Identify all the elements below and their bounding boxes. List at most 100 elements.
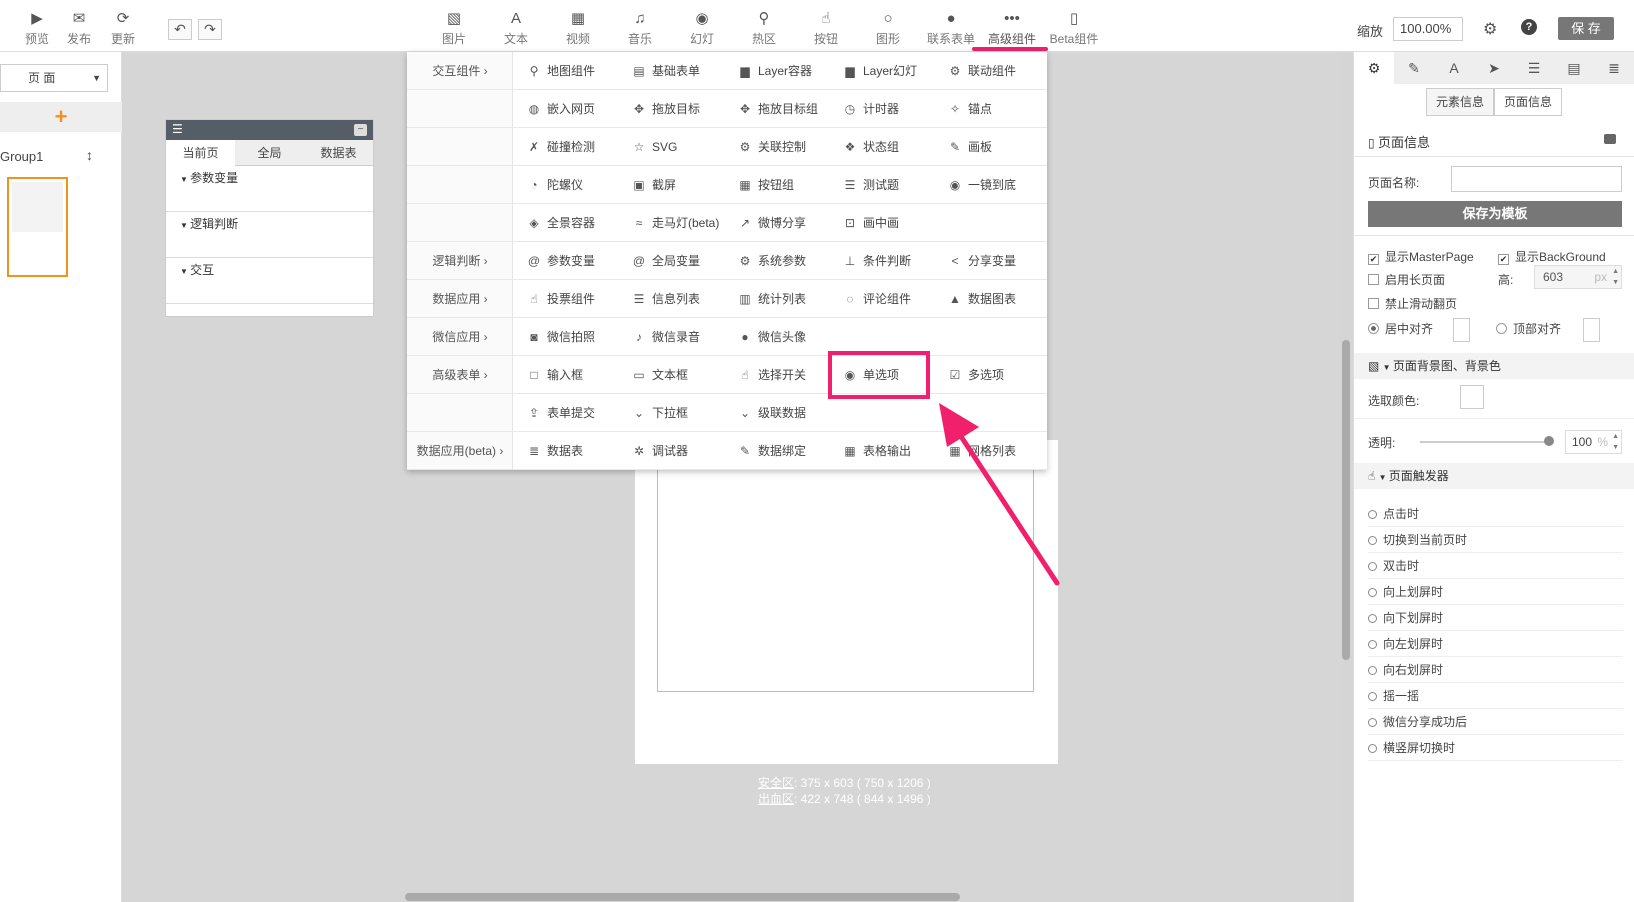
tab-settings-icon[interactable]: ⚙	[1354, 52, 1394, 84]
publish-button[interactable]: ✉ 发布	[64, 10, 94, 47]
trigger-item[interactable]: 向左划屏时	[1368, 631, 1623, 657]
canvas-vertical-scrollbar[interactable]	[1342, 340, 1350, 660]
long-page-checkbox[interactable]: 启用长页面	[1368, 271, 1445, 288]
toolbar-hotspot[interactable]: ⚲ 热区	[749, 10, 779, 47]
tab-font-icon[interactable]: A	[1434, 52, 1474, 84]
menu-item[interactable]: ◈ 全景容器	[527, 204, 595, 242]
add-page-button[interactable]: +	[0, 102, 122, 132]
menu-item[interactable]: ✧ 锚点	[948, 90, 992, 128]
menu-item[interactable]: ⚙ 关联控制	[738, 128, 806, 166]
menu-item[interactable]: ⌄ 级联数据	[738, 394, 806, 432]
disable-swipe-checkbox[interactable]: 禁止滑动翻页	[1368, 295, 1457, 312]
toolbar-slideshow[interactable]: ◉ 幻灯	[687, 10, 717, 47]
tab-datatable[interactable]: 数据表	[304, 140, 373, 166]
color-picker[interactable]	[1460, 385, 1484, 409]
menu-category[interactable]: 逻辑判断 ›	[407, 242, 513, 280]
menu-item[interactable]: ↗ 微博分享	[738, 204, 806, 242]
menu-item[interactable]: @ 全局变量	[632, 242, 700, 280]
top-align-radio[interactable]: 顶部对齐	[1496, 320, 1561, 337]
minimize-icon[interactable]: −	[354, 124, 367, 136]
bg-section-header[interactable]: ▧ ▼ 页面背景图、背景色	[1354, 353, 1634, 379]
menu-item[interactable]: ⇪ 表单提交	[527, 394, 595, 432]
collapse-icon[interactable]	[1604, 134, 1616, 144]
menu-item[interactable]: ☑ 多选项	[948, 356, 1004, 394]
toolbar-video[interactable]: ▦ 视频	[563, 10, 593, 47]
menu-category[interactable]: 微信应用 ›	[407, 318, 513, 356]
undo-button[interactable]: ↶	[168, 19, 192, 40]
menu-item[interactable]: ✎ 数据绑定	[738, 432, 806, 470]
tab-file-icon[interactable]: ▤	[1554, 52, 1594, 84]
menu-item[interactable]: @ 参数变量	[527, 242, 595, 280]
menu-item[interactable]: ⊥ 条件判断	[843, 242, 911, 280]
stepper-icon[interactable]: ▲ ▼	[1612, 266, 1619, 288]
menu-item[interactable]: ▥ 统计列表	[738, 280, 806, 318]
show-master-checkbox[interactable]: ✔ 显示MasterPage	[1368, 248, 1474, 265]
menu-item[interactable]: ⚙ 联动组件	[948, 52, 1016, 90]
trigger-section-header[interactable]: ☝ ▼ 页面触发器	[1354, 463, 1634, 489]
save-button[interactable]: 保 存	[1558, 17, 1614, 40]
menu-item[interactable]: ● 微信头像	[738, 318, 806, 356]
toolbar-image[interactable]: ▧ 图片	[439, 10, 469, 47]
stepper-icon[interactable]: ▲ ▼	[1612, 431, 1619, 453]
seg-page-info[interactable]: 页面信息	[1494, 88, 1562, 116]
section-params[interactable]: ▼ 参数变量	[166, 166, 373, 212]
section-logic[interactable]: ▼ 逻辑判断	[166, 212, 373, 258]
menu-item[interactable]: ≣ 数据表	[527, 432, 583, 470]
page-thumbnail[interactable]	[7, 177, 68, 277]
toolbar-text[interactable]: A 文本	[501, 10, 531, 47]
menu-item[interactable]: ◔ 陀螺仪	[527, 166, 583, 204]
menu-item[interactable]: ◍ 嵌入网页	[527, 90, 595, 128]
menu-item[interactable]: ⊡ 画中画	[843, 204, 899, 242]
menu-item[interactable]: ▣ 截屏	[632, 166, 676, 204]
menu-item[interactable]: ▆ Layer幻灯	[843, 52, 917, 90]
trigger-item[interactable]: 向下划屏时	[1368, 605, 1623, 631]
save-template-button[interactable]: 保存为模板	[1368, 201, 1622, 227]
menu-category[interactable]: 交互组件 ›	[407, 52, 513, 90]
menu-item[interactable]: ☰ 信息列表	[632, 280, 700, 318]
toolbar-advanced[interactable]: ••• 高级组件	[984, 10, 1040, 47]
opacity-input[interactable]: 100 % ▲ ▼	[1565, 430, 1622, 454]
menu-item[interactable]: □ 输入框	[527, 356, 583, 394]
tab-layers-icon[interactable]: ≣	[1594, 52, 1634, 84]
height-input[interactable]: 603 px ▲ ▼	[1534, 265, 1622, 289]
page-type-select[interactable]: 页 面 ▼	[0, 64, 108, 92]
tab-send-icon[interactable]: ➤	[1474, 52, 1514, 84]
trigger-item[interactable]: 双击时	[1368, 553, 1623, 579]
toolbar-music[interactable]: ♫ 音乐	[625, 10, 655, 47]
center-align-radio[interactable]: 居中对齐	[1368, 320, 1433, 337]
menu-item[interactable]: ☝ 投票组件	[527, 280, 595, 318]
menu-item[interactable]: ◉ 一镜到底	[948, 166, 1016, 204]
tab-current-page[interactable]: 当前页	[166, 140, 235, 166]
section-interaction[interactable]: ▼ 交互	[166, 258, 373, 304]
trigger-item[interactable]: 向右划屏时	[1368, 657, 1623, 683]
tab-edit-icon[interactable]: ✎	[1394, 52, 1434, 84]
menu-item[interactable]: ✎ 画板	[948, 128, 992, 166]
menu-category[interactable]: 数据应用 ›	[407, 280, 513, 318]
menu-item[interactable]: ☝ 选择开关	[738, 356, 806, 394]
toolbar-button[interactable]: ☝ 按钮	[811, 10, 841, 47]
variables-panel-header[interactable]: ☰ −	[166, 120, 373, 140]
menu-item[interactable]: ▭ 文本框	[632, 356, 688, 394]
redo-button[interactable]: ↷	[198, 19, 222, 40]
menu-item[interactable]: ✗ 碰撞检测	[527, 128, 595, 166]
menu-category[interactable]: 高级表单 ›	[407, 356, 513, 394]
menu-category[interactable]: 数据应用(beta) ›	[407, 432, 513, 470]
menu-item[interactable]: ✥ 拖放目标	[632, 90, 700, 128]
menu-item[interactable]: ◷ 计时器	[843, 90, 899, 128]
canvas-horizontal-scrollbar[interactable]	[405, 893, 960, 901]
trigger-item[interactable]: 摇一摇	[1368, 683, 1623, 709]
menu-item[interactable]: ♪ 微信录音	[632, 318, 700, 356]
menu-item[interactable]: ▦ 表格输出	[843, 432, 911, 470]
trigger-item[interactable]: 向上划屏时	[1368, 579, 1623, 605]
menu-item[interactable]: ✥ 拖放目标组	[738, 90, 818, 128]
menu-item[interactable]: ⚲ 地图组件	[527, 52, 595, 90]
menu-item[interactable]: < 分享变量	[948, 242, 1016, 280]
toolbar-beta[interactable]: ▯ Beta组件	[1048, 10, 1100, 47]
trigger-item[interactable]: 横竖屏切换时	[1368, 735, 1623, 761]
menu-item[interactable]: ◙ 微信拍照	[527, 318, 595, 356]
trigger-item[interactable]: 点击时	[1368, 501, 1623, 527]
menu-item[interactable]: ▤ 基础表单	[632, 52, 700, 90]
menu-item[interactable]: ☰ 测试题	[843, 166, 899, 204]
tab-global[interactable]: 全局	[235, 140, 304, 166]
toolbar-contact-form[interactable]: ● 联系表单	[925, 10, 977, 47]
